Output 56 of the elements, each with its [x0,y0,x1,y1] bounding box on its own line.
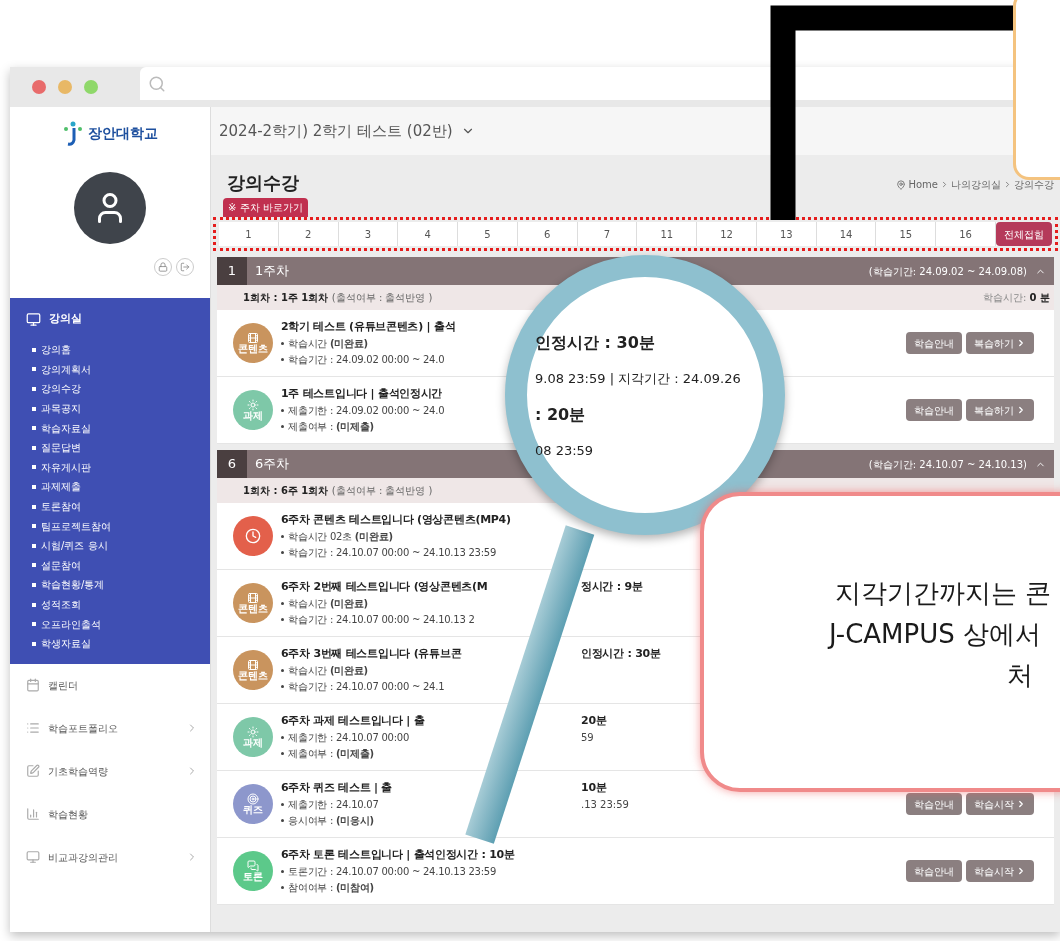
lesson-title: 6주차 퀴즈 테스트 | 출 [281,779,393,796]
lesson-detail: 토론기간 : 24.10.07 00:00 ~ 24.10.13 23:59 [288,865,497,880]
week-number: 6 [217,450,247,478]
session-title: 1회차 : 6주 1회차 (출석여부 : 출석반영 ) [243,484,433,498]
lesson-detail-fragment: .13 23:59 [581,798,629,813]
study-time: 학습시간: 0 분 [983,291,1050,305]
week-title: 1주차 [255,262,291,281]
magnified-text: 인정시간 : 30분 [535,332,656,354]
magnified-text: 9.08 23:59 | 지각기간 : 24.09.26 [535,370,742,388]
session-title: 1회차 : 1주 1회차 (출석여부 : 출석반영 ) [243,291,433,305]
lesson-detail: 참여여부 : (미참여) [288,881,374,896]
page-title: 강의수강 [227,171,299,195]
lesson-title-fragment: 10분 [581,779,607,796]
badge-label: 콘텐츠 [238,671,268,681]
lesson-title: 6주차 2번째 테스트입니다 (영상콘텐츠(M [281,578,488,595]
callout-text: 지각기간까지는 콘 [834,577,1051,610]
lesson-detail: 제출기한 : 24.09.02 00:00 ~ 24.0 [288,404,445,419]
week-period: (학습기간: 24.09.02 ~ 24.09.08) [868,264,1027,279]
lesson-title-fragment: 정시간 : 9분 [581,578,643,595]
lesson-title: 2학기 테스트 (유튜브콘텐츠) | 출석 [281,318,456,335]
week-period: (학습기간: 24.10.07 ~ 24.10.13) [868,457,1027,472]
lesson-detail: 제출여부 : (미제출) [288,747,374,762]
lesson-detail-fragment: 59 [581,731,594,746]
lesson-title: 6주차 토론 테스트입니다 | 출석인정시간 : 10분 [281,846,515,863]
lesson-detail: 학습시간 02초 (미완료) [288,530,393,545]
badge-label: 퀴즈 [243,805,263,815]
lesson-detail: 학습시간 (미완료) [288,664,368,679]
week-shortcut-tag: ※ 주차 바로가기 [223,198,308,217]
lesson-detail: 응시여부 : (미응시) [288,814,374,829]
university-logo-text: 장안대학교 [88,123,158,143]
lesson-title: 6주차 과제 테스트입니다 | 출 [281,712,425,729]
magnified-text: 08 23:59 [535,441,595,460]
lesson-title-fragment: 인정시간 : 30분 [581,645,661,662]
week-title: 6주차 [255,455,291,474]
badge-label: 콘텐츠 [238,604,268,614]
lesson-detail: 제출기한 : 24.10.07 [288,798,379,813]
lesson-detail: 제출여부 : (미제출) [288,420,374,435]
callout-text: J-CAMPUS 상에서 [829,618,1041,651]
callout-text: 처 [1007,659,1033,692]
lesson-title: 6주차 3번째 테스트입니다 (유튜브콘 [281,645,462,662]
badge-label: 콘텐츠 [238,344,268,354]
lesson-detail: 학습기간 : 24.10.07 00:00 ~ 24.10.13 2 [288,613,475,628]
lesson-title: 6주차 콘텐츠 테스트입니다 (영상콘텐츠(MP4) [281,511,511,528]
badge-label: 과제 [243,411,263,421]
badge-label: 토론 [243,872,263,882]
lesson-detail: 학습시간 (미완료) [288,597,368,612]
lesson-detail: 학습기간 : 24.10.07 00:00 ~ 24.10.13 23:59 [288,546,497,561]
lesson-detail: 학습기간 : 24.09.02 00:00 ~ 24.0 [288,353,445,368]
lesson-title: 1주 테스트입니다 | 출석인정시간 [281,385,443,402]
badge-label: 과제 [243,738,263,748]
magnified-text: : 20분 [535,403,587,426]
week-number: 1 [217,257,247,285]
lesson-detail: 제출기한 : 24.10.07 00:00 [288,731,409,746]
lesson-detail: 학습시간 (미완료) [288,337,368,352]
lesson-title-fragment: 20분 [581,712,607,729]
lesson-detail: 학습기간 : 24.10.07 00:00 ~ 24.1 [288,680,445,695]
